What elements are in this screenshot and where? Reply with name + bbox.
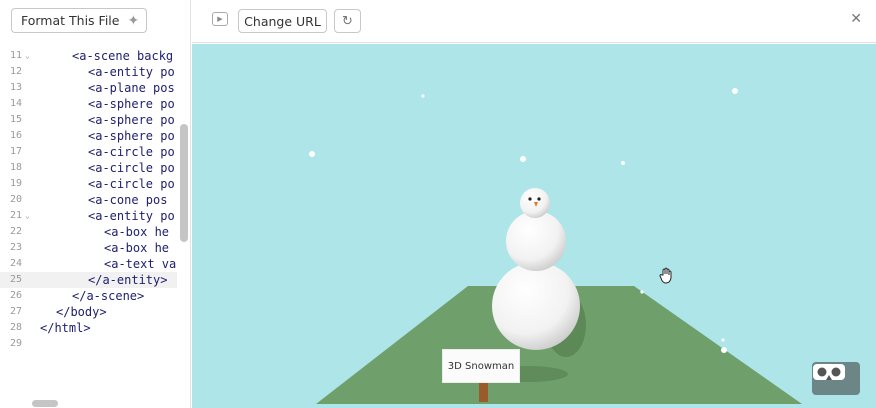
snowflake [721, 347, 727, 353]
fold-chevron-icon[interactable]: ⌄ [25, 48, 30, 64]
snowflake [309, 151, 315, 157]
code-text: <a-circle po [88, 161, 175, 175]
snowman-sign: 3D Snowman [442, 349, 520, 383]
code-text: <a-box he [104, 241, 170, 255]
line-number: 29 [10, 338, 23, 349]
line-number: 20 [10, 194, 23, 205]
code-text: <a-sphere po [88, 113, 175, 127]
line-number: 24 [10, 258, 23, 269]
code-line[interactable]: 27 </body> [0, 304, 177, 320]
line-number: 11 [10, 50, 23, 61]
snowflake [721, 338, 725, 342]
vr-mode-button[interactable] [812, 362, 860, 395]
snowflake [621, 161, 625, 165]
line-number: 19 [10, 178, 23, 189]
snowflake [421, 94, 425, 98]
code-line[interactable]: 28 </html> [0, 320, 177, 336]
snowflake [640, 290, 644, 294]
code-text: </a-scene> [72, 289, 145, 303]
format-button-label: Format This File [21, 13, 120, 28]
code-line[interactable]: 11 ⌄ <a-scene backg [0, 48, 177, 64]
code-line[interactable]: 23 <a-box he [0, 240, 177, 256]
scene-graphics [309, 88, 802, 404]
snowman-eye-left [528, 197, 532, 201]
code-line[interactable]: 21 ⌄ <a-entity po [0, 208, 177, 224]
code-line[interactable]: 19 <a-circle po [0, 176, 177, 192]
line-number: 18 [10, 162, 23, 173]
code-line[interactable]: 15 <a-sphere po [0, 112, 177, 128]
fold-chevron-icon[interactable]: ⌄ [25, 208, 30, 224]
line-number: 22 [10, 226, 23, 237]
code-text: </body> [56, 305, 107, 319]
format-file-button[interactable]: Format This File ✦ [11, 8, 147, 33]
code-area[interactable]: 11 ⌄ <a-scene backg 12 <a-entity po 13 <a-plan… [0, 40, 177, 398]
code-line[interactable]: 20 <a-cone pos [0, 192, 177, 208]
change-url-button[interactable]: Change URL [238, 9, 327, 33]
line-number: 23 [10, 242, 23, 253]
snowflake [732, 88, 738, 94]
line-number: 16 [10, 130, 23, 141]
code-text: <a-sphere po [88, 97, 175, 111]
code-line[interactable]: 29 [0, 336, 177, 352]
line-number: 14 [10, 98, 23, 109]
snowflake [520, 156, 526, 162]
app-window: Format This File ✦ 11 ⌄ <a-scene backg 12 <a… [0, 0, 876, 408]
code-text: </a-entity> [88, 273, 168, 287]
code-text: <a-plane pos [88, 81, 175, 95]
line-number: 26 [10, 290, 23, 301]
code-text: </html> [40, 321, 91, 335]
code-line[interactable]: 26 </a-scene> [0, 288, 177, 304]
line-number: 28 [10, 322, 23, 333]
snowman-eye-right [537, 197, 541, 201]
editor-horizontal-scrollbar[interactable] [32, 400, 58, 407]
code-text: <a-scene backg [72, 49, 174, 63]
line-number: 15 [10, 114, 23, 125]
code-line[interactable]: 12 <a-entity po [0, 64, 177, 80]
preview-toolbar: ▶ Change URL ↻ ✕ [192, 0, 876, 43]
code-editor-panel: Format This File ✦ 11 ⌄ <a-scene backg 12 <a… [0, 0, 191, 408]
line-number: 17 [10, 146, 23, 157]
code-text: <a-sphere po [88, 129, 175, 143]
code-text: <a-circle po [88, 177, 175, 191]
snowman-base [492, 262, 580, 350]
code-text: <a-circle po [88, 145, 175, 159]
close-icon[interactable]: ✕ [850, 11, 862, 27]
code-text: <a-cone pos [88, 193, 168, 207]
code-text: <a-box he [104, 225, 170, 239]
code-line[interactable]: 17 <a-circle po [0, 144, 177, 160]
editor-vertical-scrollbar[interactable] [180, 124, 188, 242]
code-text: <a-text va [104, 257, 177, 271]
code-line[interactable]: 18 <a-circle po [0, 160, 177, 176]
code-line[interactable]: 16 <a-sphere po [0, 128, 177, 144]
snowman-middle [506, 211, 566, 271]
line-number: 27 [10, 306, 23, 317]
line-number: 25 [10, 274, 23, 285]
code-line[interactable]: 14 <a-sphere po [0, 96, 177, 112]
aframe-preview-scene[interactable]: 3D Snowman [192, 44, 876, 408]
code-line[interactable]: 24 <a-text va [0, 256, 177, 272]
line-number: 13 [10, 82, 23, 93]
line-number: 21 [10, 210, 23, 221]
code-text: <a-entity po [88, 65, 175, 79]
code-line[interactable]: 22 <a-box he [0, 224, 177, 240]
code-line[interactable]: 13 <a-plane pos [0, 80, 177, 96]
play-icon[interactable]: ▶ [212, 12, 228, 26]
vr-headset-icon [813, 364, 845, 380]
line-number: 12 [10, 66, 23, 77]
refresh-icon[interactable]: ↻ [334, 9, 361, 33]
hand-cursor-icon [659, 267, 672, 284]
code-text: <a-entity po [88, 209, 175, 223]
sparkle-icon: ✦ [127, 12, 140, 29]
code-line[interactable]: 25 </a-entity> [0, 272, 177, 288]
